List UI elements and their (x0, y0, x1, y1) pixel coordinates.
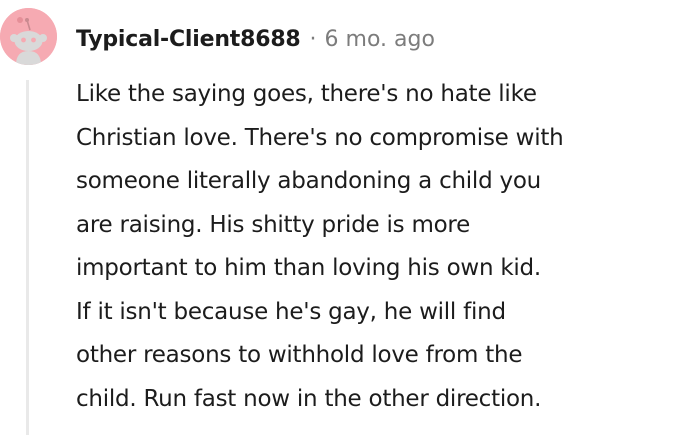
thread-line[interactable] (26, 80, 29, 435)
comment-body-line: Like the saying goes, there's no hate li… (76, 81, 537, 107)
avatar[interactable] (0, 8, 57, 65)
comment: Typical-Client8688 · 6 mo. ago Like the … (0, 0, 700, 435)
meta-separator: · (309, 26, 317, 52)
comment-timestamp[interactable]: 6 mo. ago (325, 27, 435, 52)
comment-header: Typical-Client8688 · 6 mo. ago (76, 22, 435, 56)
comment-body-line: Christian love. There's no compromise wi… (76, 124, 564, 151)
comment-body-line: If it isn't because he's gay, he will fi… (76, 298, 506, 325)
author-username[interactable]: Typical-Client8688 (76, 27, 301, 52)
comment-body-line: are raising. His shitty pride is more (76, 211, 471, 238)
reddit-snoo-avatar-icon (0, 8, 57, 65)
comment-body-line: child. Run fast now in the other directi… (76, 385, 542, 412)
comment-body-line: other reasons to withhold love from the (76, 342, 523, 368)
comment-body: Like the saying goes, there's no hate li… (76, 73, 696, 421)
comment-body-line: someone literally abandoning a child you (76, 168, 541, 194)
comment-body-line: important to him than loving his own kid… (76, 255, 541, 281)
